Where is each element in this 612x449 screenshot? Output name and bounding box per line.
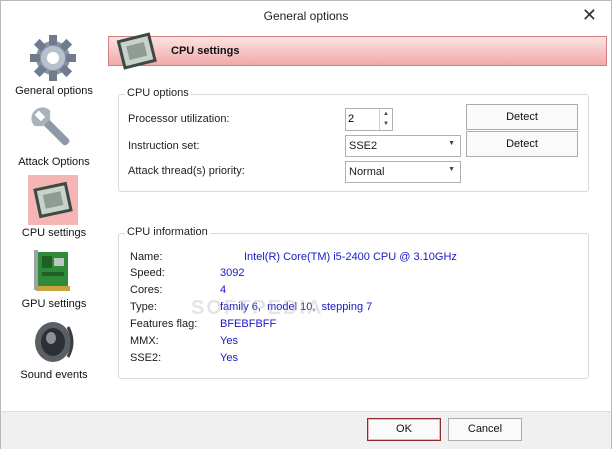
title-bar: General options ✕ [1, 1, 611, 31]
speaker-icon [35, 322, 74, 362]
instruction-set-value: SSE2 [349, 140, 378, 152]
info-value-type: family 6, model 10, stepping 7 [220, 301, 373, 313]
thread-priority-value: Normal [349, 166, 385, 178]
chevron-down-icon: ▼ [448, 140, 455, 147]
processor-utilization-stepper[interactable]: ▲ ▼ [345, 108, 393, 131]
thread-priority-label: Attack thread(s) priority: [128, 165, 245, 177]
group-legend: CPU options [125, 87, 191, 99]
cpu-chip-icon [28, 175, 78, 225]
stepper-down-icon[interactable]: ▼ [380, 119, 392, 129]
info-value-name: Intel(R) Core(TM) i5-2400 CPU @ 3.10GHz [244, 251, 457, 263]
info-value-features: BFEBFBFF [220, 318, 277, 330]
sidebar-item-attack-options[interactable]: Attack Options [1, 102, 107, 172]
instruction-set-label: Instruction set: [128, 140, 200, 152]
chevron-down-icon: ▼ [448, 166, 455, 173]
sidebar-item-label: CPU settings [21, 227, 87, 239]
info-value-speed: 3092 [220, 267, 245, 279]
wrench-icon [31, 107, 70, 146]
ok-button[interactable]: OK [367, 418, 441, 441]
info-label-name: Name: [130, 251, 163, 263]
page-title: CPU settings [171, 45, 240, 57]
cpu-chip-icon [116, 32, 157, 70]
cancel-button[interactable]: Cancel [448, 418, 522, 441]
info-label-sse2: SSE2: [130, 352, 162, 364]
group-legend: CPU information [125, 226, 210, 238]
sidebar-item-gpu-settings[interactable]: GPU settings [1, 244, 107, 314]
info-value-cores: 4 [220, 284, 227, 296]
detect-instruction-set-button[interactable]: Detect [466, 131, 578, 157]
sidebar-item-label: Sound events [20, 369, 88, 381]
sidebar-item-label: Attack Options [18, 156, 90, 168]
gear-icon [30, 35, 76, 81]
sidebar-item-sound-events[interactable]: Sound events [1, 315, 107, 385]
close-icon[interactable]: ✕ [582, 5, 597, 25]
graphics-card-icon [34, 250, 70, 291]
info-value-mmx: Yes [220, 335, 238, 347]
dialog-footer: OK Cancel [1, 411, 611, 449]
processor-utilization-label: Processor utilization: [128, 113, 230, 125]
thread-priority-select[interactable]: Normal ▼ [345, 161, 461, 183]
window-title: General options [263, 9, 349, 23]
instruction-set-select[interactable]: SSE2 ▼ [345, 135, 461, 157]
page-header: CPU settings [108, 32, 607, 70]
info-value-sse2: Yes [220, 352, 238, 364]
sidebar-item-cpu-settings[interactable]: CPU settings [1, 173, 107, 243]
info-label-type: Type: [130, 301, 157, 313]
stepper-arrows: ▲ ▼ [379, 109, 392, 130]
options-dialog: General options ✕ General options Attack… [0, 0, 612, 449]
info-label-cores: Cores: [130, 284, 163, 296]
sidebar-item-label: General options [15, 85, 93, 97]
detect-utilization-button[interactable]: Detect [466, 104, 578, 130]
processor-utilization-input[interactable] [348, 111, 376, 126]
sidebar-item-general-options[interactable]: General options [1, 31, 107, 101]
sidebar: General options Attack Options CPU setti… [1, 31, 107, 401]
info-label-features: Features flag: [130, 318, 198, 330]
stepper-up-icon[interactable]: ▲ [380, 109, 392, 119]
info-label-speed: Speed: [130, 267, 165, 279]
info-label-mmx: MMX: [130, 335, 159, 347]
sidebar-item-label: GPU settings [21, 298, 87, 310]
